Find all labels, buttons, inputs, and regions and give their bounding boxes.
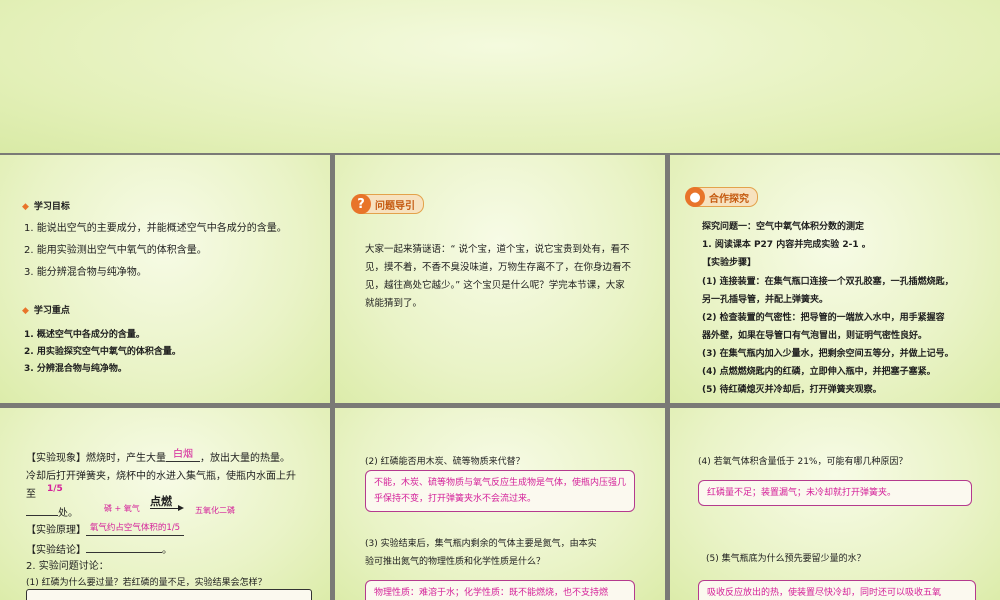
slide-discussion-2-3[interactable]: (2) 红磷能否用木炭、硫等物质来代替？ 不能，木炭、硫等物质与氧气反应生成物是…: [335, 408, 665, 600]
place-line: 处。: [26, 507, 78, 520]
goal-item: 3. 能分辨混合物与纯净物。: [24, 267, 147, 278]
question-3-line-1: (3) 实验结束后，集气瓶内剩余的气体主要是氮气，由本实: [365, 539, 597, 549]
answer-box-2: 不能，木炭、硫等物质与氧气反应生成物是气体，使瓶内压强几乎保持不变，打开弹簧夹水…: [365, 470, 635, 512]
inquiry-line: (4) 点燃燃烧匙内的红磷，立即伸入瓶中，并把塞子塞紧。: [702, 367, 936, 377]
answer-box-3: 物理性质：难溶于水；化学性质：既不能燃烧，也不支持燃: [365, 580, 635, 600]
inquiry-line: (3) 在集气瓶内加入少量水，把剩余空间五等分，并做上记号。: [702, 349, 954, 359]
inquiry-line: (5) 待红磷熄灭并冷却后，打开弹簧夹观察。: [702, 385, 882, 395]
question-1: (1) 红磷为什么要过量？若红磷的量不足，实验结果会怎样？: [26, 578, 267, 588]
phenomenon-line-2: 冷却后打开弹簧夹，烧杯中的水进入集气瓶，使瓶内水面上升: [26, 471, 296, 482]
product: 五氧化二磷: [195, 506, 235, 515]
group-icon: ●: [685, 187, 705, 207]
diamond-icon: ◆: [22, 306, 29, 316]
question-5: (5) 集气瓶底为什么预先要留少量的水？: [706, 554, 866, 564]
answer-box-4: 红磷量不足；装置漏气；未冷却就打开弹簧夹。: [698, 480, 972, 506]
slide-experiment-results[interactable]: 【实验现象】燃烧时，产生大量 白烟 ，放出大量的热量。 冷却后打开弹簧夹，烧杯中的水…: [0, 408, 330, 600]
condition: 点燃: [150, 495, 172, 508]
answer-blank: [86, 552, 162, 553]
goal-item: 1. 能说出空气的主要成分，并能概述空气中各成分的含量。: [24, 223, 287, 234]
slide-discussion-4-5[interactable]: (4) 若氧气体积含量低于 21%，可能有哪几种原因？ 红磷量不足；装置漏气；未…: [670, 408, 1000, 600]
inquiry-line: 另一孔插导管，并配上弹簧夹。: [702, 295, 829, 305]
inquiry-line: 探究问题一：空气中氧气体积分数的测定: [702, 222, 865, 232]
answer-box-5: 吸收反应放出的热，使装置尽快冷却，同时还可以吸收五氧: [698, 580, 976, 600]
conclusion-line: 【实验结论】。: [26, 545, 172, 556]
riddle-paragraph: 大家一起来猜谜语：“ 说个宝，道个宝，说它宝贵到处有，看不见，摸不着，不香不臭没…: [365, 244, 632, 309]
diamond-icon: ◆: [22, 202, 29, 212]
focus-heading: ◆ 学习重点: [22, 306, 70, 316]
slide-cooperative-inquiry[interactable]: ● 合作探究 探究问题一：空气中氧气体积分数的测定 1. 阅读课本 P27 内容…: [670, 155, 1000, 403]
question-mark-icon: ?: [351, 194, 371, 214]
inquiry-line: (2) 检查装置的气密性：把导管的一端放入水中，用手紧握容: [702, 313, 945, 323]
question-guide-badge: ? 问题导引: [351, 194, 424, 214]
inquiry-line: 【实验步骤】: [702, 258, 757, 268]
focus-item: 2. 用实验探究空气中氧气的体积含量。: [24, 347, 181, 357]
cooperative-inquiry-badge: ● 合作探究: [685, 187, 758, 207]
answer-blank: [26, 515, 58, 516]
inquiry-line: 1. 阅读课本 P27 内容并完成实验 2-1 。: [702, 240, 871, 250]
question-4: (4) 若氧气体积含量低于 21%，可能有哪几种原因？: [698, 457, 908, 467]
goal-item: 2. 能用实验测出空气中氧气的体积含量。: [24, 245, 207, 256]
slide-question-guide[interactable]: ? 问题导引 大家一起来猜谜语：“ 说个宝，道个宝，说它宝贵到处有，看不见，摸不…: [335, 155, 665, 403]
principle-line: 【实验原理】 氧气约占空气体积的1/5: [26, 522, 184, 539]
discussion-heading: 2. 实验问题讨论：: [26, 561, 109, 572]
inquiry-line: (1) 连接装置：在集气瓶口连接一个双孔胶塞，一孔插燃烧匙，: [702, 277, 954, 287]
fraction-answer: 1/5: [47, 484, 63, 494]
slide-learning-goals[interactable]: ◆ 学习目标 1. 能说出空气的主要成分，并能概述空气中各成分的含量。 2. 能用…: [0, 155, 330, 403]
principle-answer: 氧气约占空气体积的1/5: [86, 522, 184, 536]
question-2: (2) 红磷能否用木炭、硫等物质来代替？: [365, 457, 525, 467]
reaction-arrow: [150, 508, 180, 509]
answer-blank: 白烟: [166, 448, 200, 462]
top-slide-area: [0, 0, 1000, 153]
arrow-head-icon: [178, 505, 184, 511]
focus-item: 1. 概述空气中各成分的含量。: [24, 330, 145, 340]
phenomenon-line: 【实验现象】燃烧时，产生大量 白烟 ，放出大量的热量。: [26, 449, 290, 464]
answer-box-1: [26, 589, 312, 600]
reactants: 磷 + 氧气: [104, 504, 140, 513]
goals-heading: ◆ 学习目标: [22, 202, 70, 212]
to-label: 至: [26, 489, 36, 500]
inquiry-line: 器外壁，如果在导管口有气泡冒出，则证明气密性良好。: [702, 331, 928, 341]
question-3-line-2: 验可推出氮气的物理性质和化学性质是什么？: [365, 557, 546, 567]
focus-item: 3. 分辨混合物与纯净物。: [24, 364, 127, 374]
